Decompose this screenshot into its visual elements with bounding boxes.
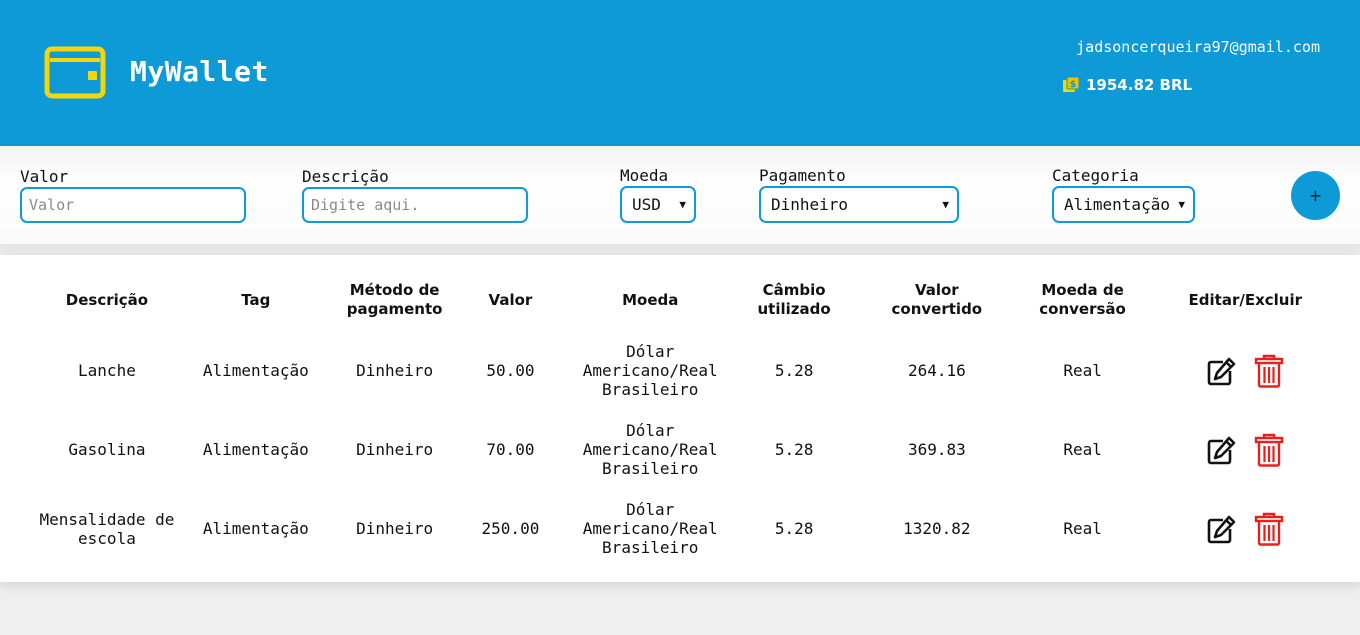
cell-descricao: Gasolina (68, 440, 146, 459)
cell-moeda: Dólar Americano/Real Brasileiro (582, 421, 718, 478)
cell-moeda: Dólar Americano/Real Brasileiro (582, 342, 718, 399)
user-email: jadsoncerqueira97@gmail.com (1076, 38, 1320, 56)
cell-cambio: 5.28 (774, 519, 814, 538)
categoria-field: Categoria Alimentação ▼ (1052, 167, 1195, 223)
pagamento-selected: Dinheiro (771, 195, 849, 214)
cell-valor: 50.00 (486, 361, 535, 380)
cell-tag: Alimentação (202, 519, 309, 538)
cell-actions (1131, 331, 1360, 410)
header-cambio: Câmbio utilizado (749, 269, 839, 331)
row-actions (1131, 354, 1360, 388)
cell-descricao: Lanche (78, 361, 136, 380)
edit-icon[interactable] (1206, 512, 1236, 546)
categoria-label: Categoria (1052, 166, 1139, 185)
row-actions (1131, 433, 1360, 467)
chevron-down-icon: ▼ (679, 198, 686, 211)
edit-icon[interactable] (1206, 433, 1236, 467)
cell-conversao: Real (1063, 361, 1102, 380)
moeda-label: Moeda (620, 166, 669, 185)
app-header: MyWallet jadsoncerqueira97@gmail.com $ 1… (0, 0, 1360, 146)
trash-icon[interactable] (1254, 354, 1284, 388)
header-tag: Tag (241, 290, 271, 309)
cell-valor: 250.00 (481, 519, 540, 538)
cell-conversao: Real (1063, 440, 1102, 459)
header-convertido: Valor convertido (839, 269, 1034, 331)
header-moeda: Moeda (622, 290, 679, 309)
chevron-down-icon: ▼ (1178, 198, 1185, 211)
pagamento-label: Pagamento (759, 166, 846, 185)
cell-cambio: 5.28 (774, 440, 814, 459)
expense-form: Valor Descrição Moeda USD ▼ Pagamento Di… (0, 146, 1360, 244)
expenses-table-card: Descrição Tag Método de pagamento Valor … (0, 255, 1360, 582)
cell-metodo: Dinheiro (356, 361, 434, 380)
categoria-selected: Alimentação (1064, 195, 1170, 214)
chevron-down-icon: ▼ (942, 198, 949, 211)
header-conversao: Moeda de conversão (1035, 269, 1131, 331)
trash-icon[interactable] (1254, 512, 1284, 546)
row-actions (1131, 512, 1360, 546)
header-metodo: Método de pagamento (320, 269, 470, 331)
header-metodo-label: Método de pagamento (346, 281, 443, 318)
edit-icon[interactable] (1206, 354, 1236, 388)
descricao-field: Descrição (302, 168, 528, 223)
balance-value: 1954.82 BRL (1086, 76, 1193, 94)
moeda-field: Moeda USD ▼ (620, 167, 696, 223)
valor-label: Valor (20, 167, 69, 186)
cell-metodo: Dinheiro (356, 440, 434, 459)
pagamento-field: Pagamento Dinheiro ▼ (759, 167, 959, 223)
trash-icon[interactable] (1254, 433, 1284, 467)
cell-conversao: Real (1063, 519, 1102, 538)
cell-actions (1131, 489, 1360, 568)
cell-convertido: 369.83 (907, 440, 966, 459)
descricao-label: Descrição (302, 167, 389, 186)
table-header-row: Descrição Tag Método de pagamento Valor … (22, 269, 1360, 331)
pagamento-select[interactable]: Dinheiro ▼ (759, 186, 959, 223)
moeda-select[interactable]: USD ▼ (620, 186, 696, 223)
table-row: Mensalidade de escola Alimentação Dinhei… (22, 489, 1360, 568)
app-title: MyWallet (130, 55, 269, 88)
descricao-input[interactable] (302, 187, 528, 223)
valor-input[interactable] (20, 187, 246, 223)
categoria-select[interactable]: Alimentação ▼ (1052, 186, 1195, 223)
cell-moeda: Dólar Americano/Real Brasileiro (582, 500, 718, 557)
wallet-icon (44, 46, 106, 99)
svg-text:$: $ (1070, 80, 1076, 90)
header-descricao: Descrição (65, 290, 149, 309)
cell-actions (1131, 410, 1360, 489)
moeda-selected: USD (632, 195, 661, 214)
header-cambio-label: Câmbio utilizado (757, 281, 831, 318)
cell-tag: Alimentação (202, 440, 309, 459)
cell-convertido: 264.16 (907, 361, 966, 380)
header-valor: Valor (488, 290, 533, 309)
money-icon: $ (1063, 76, 1080, 92)
cell-cambio: 5.28 (774, 361, 814, 380)
cell-convertido: 1320.82 (903, 519, 971, 538)
header-convertido-label: Valor convertido (891, 281, 983, 318)
header-conversao-label: Moeda de conversão (1039, 281, 1126, 318)
table-row: Gasolina Alimentação Dinheiro 70.00 Dóla… (22, 410, 1360, 489)
cell-metodo: Dinheiro (356, 519, 434, 538)
cell-tag: Alimentação (202, 361, 309, 380)
valor-field: Valor (20, 168, 246, 223)
header-acoes: Editar/Excluir (1188, 290, 1303, 309)
table-row: Lanche Alimentação Dinheiro 50.00 Dólar … (22, 331, 1360, 410)
add-expense-button[interactable]: + (1291, 171, 1340, 220)
cell-valor: 70.00 (486, 440, 535, 459)
balance-display: $ 1954.82 BRL (1062, 76, 1192, 94)
expenses-table: Descrição Tag Método de pagamento Valor … (22, 269, 1360, 568)
cell-descricao: Mensalidade de escola (39, 509, 175, 548)
